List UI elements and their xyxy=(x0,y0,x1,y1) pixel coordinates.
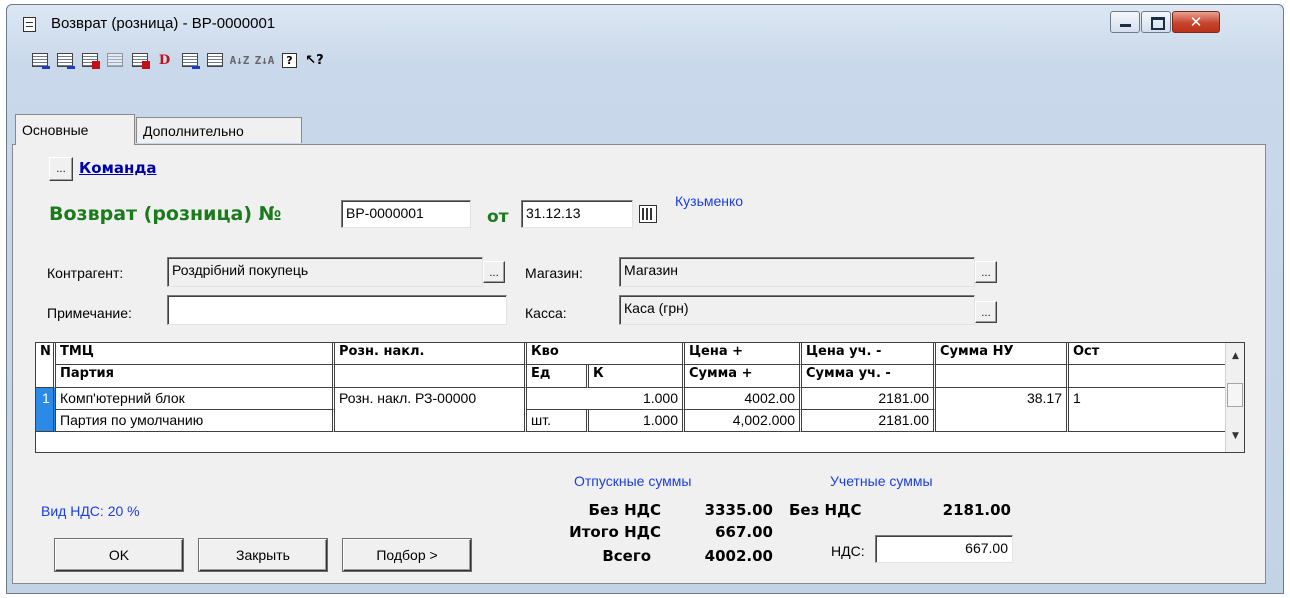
add-row-icon[interactable] xyxy=(29,50,50,71)
grid-cell-batch[interactable]: Партия по умолчанию xyxy=(56,410,335,432)
dk-icon[interactable]: D xyxy=(154,50,175,71)
grid-header-sum[interactable]: Сумма + xyxy=(685,365,802,388)
move-icon[interactable] xyxy=(179,50,200,71)
grid-cell-invoice[interactable]: Розн. накл. РЗ-00000 xyxy=(335,388,527,432)
from-label: от xyxy=(487,207,509,227)
doc-title: Возврат (розница) № xyxy=(49,203,282,225)
tab-main[interactable]: Основные xyxy=(15,114,135,145)
author-label: Кузьменко xyxy=(675,193,744,209)
close-window-button[interactable]: ✕ xyxy=(1172,11,1220,33)
acc-no-vat-value: 2181.00 xyxy=(942,501,1011,519)
window-title: Возврат (розница) - ВР-0000001 xyxy=(51,15,276,32)
grid-header-sum-acc[interactable]: Сумма уч. - xyxy=(802,365,936,388)
store-select-button[interactable]: ... xyxy=(975,261,997,283)
scroll-down-icon[interactable]: ▼ xyxy=(1226,431,1245,441)
grid-cell-k[interactable]: 1.000 xyxy=(589,410,685,432)
sort-desc-icon[interactable]: Z↓A xyxy=(254,50,275,71)
total-value: 4002.00 xyxy=(704,547,773,565)
command-button[interactable]: ... xyxy=(49,157,73,181)
ok-button[interactable]: OK xyxy=(55,539,183,571)
acc-vat-field[interactable]: 667.00 xyxy=(875,535,1013,563)
grid-header-sum-nu[interactable]: Сумма НУ xyxy=(936,343,1069,365)
vat-kind-label: Вид НДС: 20 % xyxy=(41,503,140,519)
grid-header-invoice-2 xyxy=(335,365,527,388)
doc-date-input[interactable]: 31.12.13 xyxy=(521,200,633,228)
scroll-thumb[interactable] xyxy=(1227,383,1243,407)
grid-cell-sum-acc[interactable]: 2181.00 xyxy=(802,410,936,432)
cash-field[interactable]: Каса (грн) xyxy=(619,295,975,325)
acc-vat-label: НДС: xyxy=(831,543,865,559)
acc-sums-caption: Учетные суммы xyxy=(830,473,933,489)
scroll-up-icon[interactable]: ▲ xyxy=(1226,351,1245,361)
grid-header-price-acc[interactable]: Цена уч. - xyxy=(802,343,936,365)
note-input[interactable] xyxy=(167,295,507,325)
cash-select-button[interactable]: ... xyxy=(975,301,997,323)
command-link[interactable]: Команда xyxy=(79,159,157,177)
grid-header-invoice[interactable]: Розн. накл. xyxy=(335,343,527,365)
copy-row-icon[interactable] xyxy=(54,50,75,71)
edit-row-icon[interactable] xyxy=(104,50,125,71)
grid-scrollbar[interactable]: ▲ ▼ xyxy=(1225,343,1244,452)
close-icon: ✕ xyxy=(1189,13,1203,31)
grid-header-item[interactable]: ТМЦ xyxy=(56,343,335,365)
doc-x-icon[interactable] xyxy=(129,50,150,71)
note-label: Примечание: xyxy=(47,305,132,321)
grid-cell-qty[interactable]: 1.000 xyxy=(527,388,685,410)
contragent-field[interactable]: Роздрібний покупець xyxy=(167,257,483,287)
doc-number-input[interactable]: ВР-0000001 xyxy=(341,200,471,228)
store-field[interactable]: Магазин xyxy=(619,257,975,287)
total-label: Всего xyxy=(602,547,651,565)
insert-icon[interactable] xyxy=(204,50,225,71)
sort-asc-icon[interactable]: A↓Z xyxy=(229,50,250,71)
vat-total-value: 667.00 xyxy=(715,523,773,541)
store-label: Магазин: xyxy=(525,265,583,281)
grid-cell-price[interactable]: 4002.00 xyxy=(685,388,802,410)
grid-row-number[interactable]: 1 xyxy=(36,388,56,432)
sale-sums-caption: Отпускные суммы xyxy=(574,473,692,489)
cash-label: Касса: xyxy=(525,305,567,321)
title-bar[interactable]: Возврат (розница) - ВР-0000001 ✕ xyxy=(7,5,1283,43)
grid-header-k[interactable]: К xyxy=(589,365,685,388)
grid-header-price[interactable]: Цена + xyxy=(685,343,802,365)
no-vat-value: 3335.00 xyxy=(704,501,773,519)
no-vat-label: Без НДС xyxy=(588,501,661,519)
tab-additional[interactable]: Дополнительно xyxy=(136,117,302,143)
grid-cell-price-acc[interactable]: 2181.00 xyxy=(802,388,936,410)
contragent-label: Контрагент: xyxy=(47,265,124,281)
toolbar: D A↓Z Z↓A ? ↖? xyxy=(29,47,325,73)
grid-header-rest-2 xyxy=(1069,365,1226,388)
document-icon xyxy=(23,17,36,32)
grid-header-n[interactable]: N xyxy=(36,343,56,388)
minimize-button[interactable] xyxy=(1110,11,1140,33)
grid-header-qty[interactable]: Кво xyxy=(527,343,685,365)
grid-cell-unit[interactable]: шт. xyxy=(527,410,589,432)
maximize-button[interactable] xyxy=(1141,11,1171,33)
acc-no-vat-label: Без НДС xyxy=(789,501,862,519)
help-icon[interactable]: ? xyxy=(279,50,300,71)
grid-cell-sum[interactable]: 4,002.000 xyxy=(685,410,802,432)
whats-this-icon[interactable]: ↖? xyxy=(304,50,325,71)
select-button[interactable]: Подбор > xyxy=(343,539,471,571)
grid-header-rest[interactable]: Ост xyxy=(1069,343,1226,365)
grid-cell-sum-nu[interactable]: 38.17 xyxy=(936,388,1069,432)
items-grid[interactable]: N ТМЦ Розн. накл. Кво Цена + Цена уч. - … xyxy=(35,342,1245,453)
delete-row-icon[interactable] xyxy=(79,50,100,71)
grid-cell-item[interactable]: Комп'ютерний блок xyxy=(56,388,335,410)
grid-header-unit[interactable]: Ед xyxy=(527,365,589,388)
grid-header-batch[interactable]: Партия xyxy=(56,365,335,388)
calendar-icon[interactable] xyxy=(639,205,657,223)
grid-header-sum-nu-2 xyxy=(936,365,1069,388)
contragent-select-button[interactable]: ... xyxy=(483,261,505,283)
vat-total-label: Итого НДС xyxy=(569,523,661,541)
close-button[interactable]: Закрыть xyxy=(199,539,327,571)
grid-cell-rest[interactable]: 1 xyxy=(1069,388,1226,432)
